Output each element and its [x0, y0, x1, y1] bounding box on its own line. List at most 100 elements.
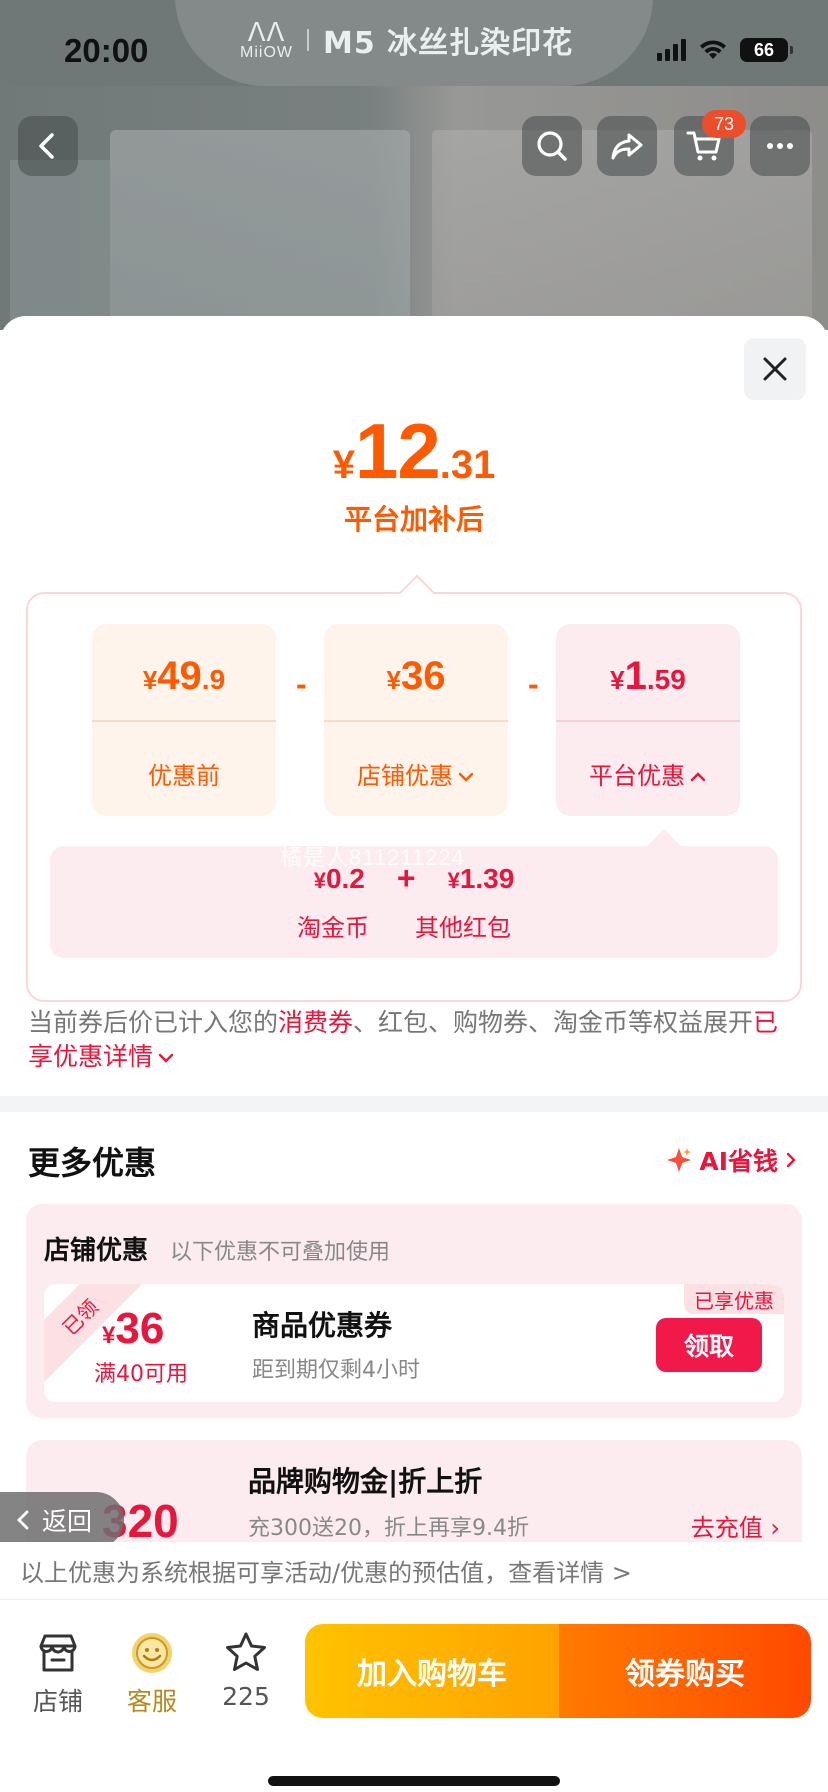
final-price-caption: 平台加补后 [343, 503, 484, 536]
ai-link-text: AI省钱 [699, 1147, 778, 1176]
bottom-action-bar: 店铺 客服 225 加入购物车 领券购买 [0, 1600, 828, 1792]
coin-amount: 0.2 [325, 862, 365, 894]
platform-discount-integer: 1 [624, 654, 647, 698]
final-price-integer: 12 [354, 407, 441, 495]
currency-symbol: ¥ [313, 867, 326, 893]
coupon-condition: 满40可用 [94, 1362, 188, 1387]
store-tab-label: 店铺 [32, 1687, 83, 1716]
section-divider [0, 1096, 828, 1112]
price-breakdown-box: ¥49.9 优惠前 - ¥36 店铺优惠 - ¥1.59 平台优惠 橘是人811… [26, 574, 802, 1002]
brand-credit-subtitle: 充300送20，折上再享9.4折 [248, 1516, 529, 1541]
brand-logo-text: MiiOW [240, 44, 293, 61]
coin-label: 淘金币 [297, 914, 369, 942]
search-icon [537, 131, 567, 161]
minus-sign: - [528, 666, 539, 702]
customer-service-icon [132, 1633, 172, 1673]
platform-detail-labels: 淘金币 其他红包 [50, 908, 778, 943]
store-offers-card: 店铺优惠 以下优惠不可叠加使用 已领 ¥36 满40可用 商品优惠券 距到期仅剩… [26, 1204, 802, 1418]
final-price: ¥12.31 [0, 406, 828, 497]
product-banner-title: M5 冰丝扎染印花 [322, 26, 574, 61]
tile-divider [324, 720, 508, 722]
more-offers-title: 更多优惠 [28, 1144, 157, 1182]
coupon-enjoyed-badge: 已享优惠 [684, 1284, 784, 1314]
currency-symbol: ¥ [142, 665, 158, 695]
coupon-expiry: 距到期仅剩4小时 [252, 1358, 420, 1383]
store-discount-tile[interactable]: ¥36 店铺优惠 [324, 624, 508, 816]
favorite-tab[interactable]: 225 [206, 1630, 286, 1711]
coupon-amount: ¥36 [102, 1304, 164, 1354]
platform-discount-decimal: .59 [646, 664, 686, 695]
store-discount-label: 店铺优惠 [324, 756, 508, 791]
ai-save-money-link[interactable]: AI省钱 [665, 1142, 798, 1178]
share-icon [611, 133, 643, 160]
more-dots-icon [767, 143, 793, 149]
status-icons: 66 [657, 38, 793, 62]
tile-divider [556, 720, 740, 722]
top-up-link[interactable]: 去充值 › [691, 1508, 780, 1543]
store-discount-label-text: 店铺优惠 [357, 762, 453, 790]
store-offers-subtitle: 以下优惠不可叠加使用 [170, 1240, 391, 1265]
status-time: 20:00 [64, 32, 149, 69]
original-price-decimal: .9 [201, 664, 226, 695]
coupon-notice: 当前券后价已计入您的消费券、红包、购物券、淘金币等权益展开已享优惠详情 [28, 1006, 788, 1074]
close-button[interactable] [744, 338, 806, 400]
cat-logo-icon: ᐱᐱ [247, 17, 286, 47]
redpack-label: 其他红包 [415, 914, 511, 942]
platform-discount-tile[interactable]: ¥1.59 平台优惠 [556, 624, 740, 816]
star-icon [226, 1632, 266, 1671]
chevron-left-icon [17, 1510, 29, 1530]
battery-icon: 66 [740, 38, 793, 62]
chevron-left-icon [39, 133, 54, 159]
wifi-icon [700, 40, 726, 59]
add-to-cart-button[interactable]: 加入购物车 [305, 1624, 559, 1718]
coin-value: ¥0.2 [314, 863, 365, 895]
search-button[interactable] [522, 116, 582, 176]
final-price-decimal: .31 [439, 443, 496, 487]
platform-discount-value: ¥1.59 [556, 654, 740, 699]
notice-text: 、红包、购物券、淘金币等权益展开 [353, 1008, 754, 1037]
chevron-down-icon [458, 772, 474, 782]
plus-sign: + [396, 860, 416, 896]
original-price-label: 优惠前 [148, 762, 220, 790]
chevron-up-icon [690, 772, 706, 782]
claim-coupon-button[interactable]: 领取 [656, 1318, 762, 1372]
currency-symbol: ¥ [447, 867, 460, 893]
minus-sign: - [296, 666, 307, 702]
return-pill-button[interactable]: 返回 [0, 1492, 124, 1548]
back-button[interactable] [18, 116, 78, 176]
store-tab[interactable]: 店铺 [18, 1630, 98, 1718]
cart-count-badge: 73 [702, 110, 746, 138]
share-button[interactable] [597, 116, 657, 176]
store-icon [39, 1634, 77, 1672]
consumption-coupon-link[interactable]: 消费券 [278, 1008, 353, 1037]
home-indicator [268, 1776, 560, 1786]
coupon-name: 商品优惠券 [252, 1309, 393, 1342]
estimate-disclaimer[interactable]: 以上优惠为系统根据可享活动/优惠的预估值，查看详情 > [0, 1542, 828, 1600]
more-button[interactable] [750, 116, 810, 176]
cart-button[interactable]: 73 [674, 110, 746, 176]
platform-discount-detail: 橘是人811211224 ¥0.2 + ¥1.39 淘金币 其他红包 [50, 829, 778, 958]
customer-service-tab[interactable]: 客服 [112, 1630, 192, 1718]
tile-divider [92, 720, 276, 722]
close-icon [763, 357, 787, 381]
product-coupon: 已领 ¥36 满40可用 商品优惠券 距到期仅剩4小时 已享优惠 领取 [44, 1284, 784, 1402]
chevron-down-icon [158, 1053, 174, 1063]
claim-and-buy-button[interactable]: 领券购买 [559, 1624, 811, 1718]
currency-symbol: ¥ [102, 1322, 116, 1349]
store-discount-integer: 36 [400, 654, 446, 698]
original-price-value: ¥49.9 [92, 654, 276, 699]
platform-discount-label: 平台优惠 [556, 756, 740, 791]
currency-symbol: ¥ [610, 665, 625, 695]
cellular-signal-icon [657, 39, 686, 61]
return-label: 返回 [42, 1507, 93, 1536]
store-offers-title: 店铺优惠 [44, 1236, 149, 1266]
currency-symbol: ¥ [386, 665, 401, 695]
final-price-currency: ¥ [332, 443, 355, 487]
top-up-text: 去充值 [690, 1514, 763, 1542]
redpack-amount: 1.39 [459, 862, 515, 894]
ai-sparkle-icon [667, 1148, 692, 1172]
redpack-value: ¥1.39 [448, 863, 515, 895]
brand-credit-name: 品牌购物金|折上折 [248, 1465, 483, 1498]
chevron-right-icon [786, 1152, 796, 1168]
brand-logo: ᐱᐱ MiiOW [240, 19, 293, 61]
